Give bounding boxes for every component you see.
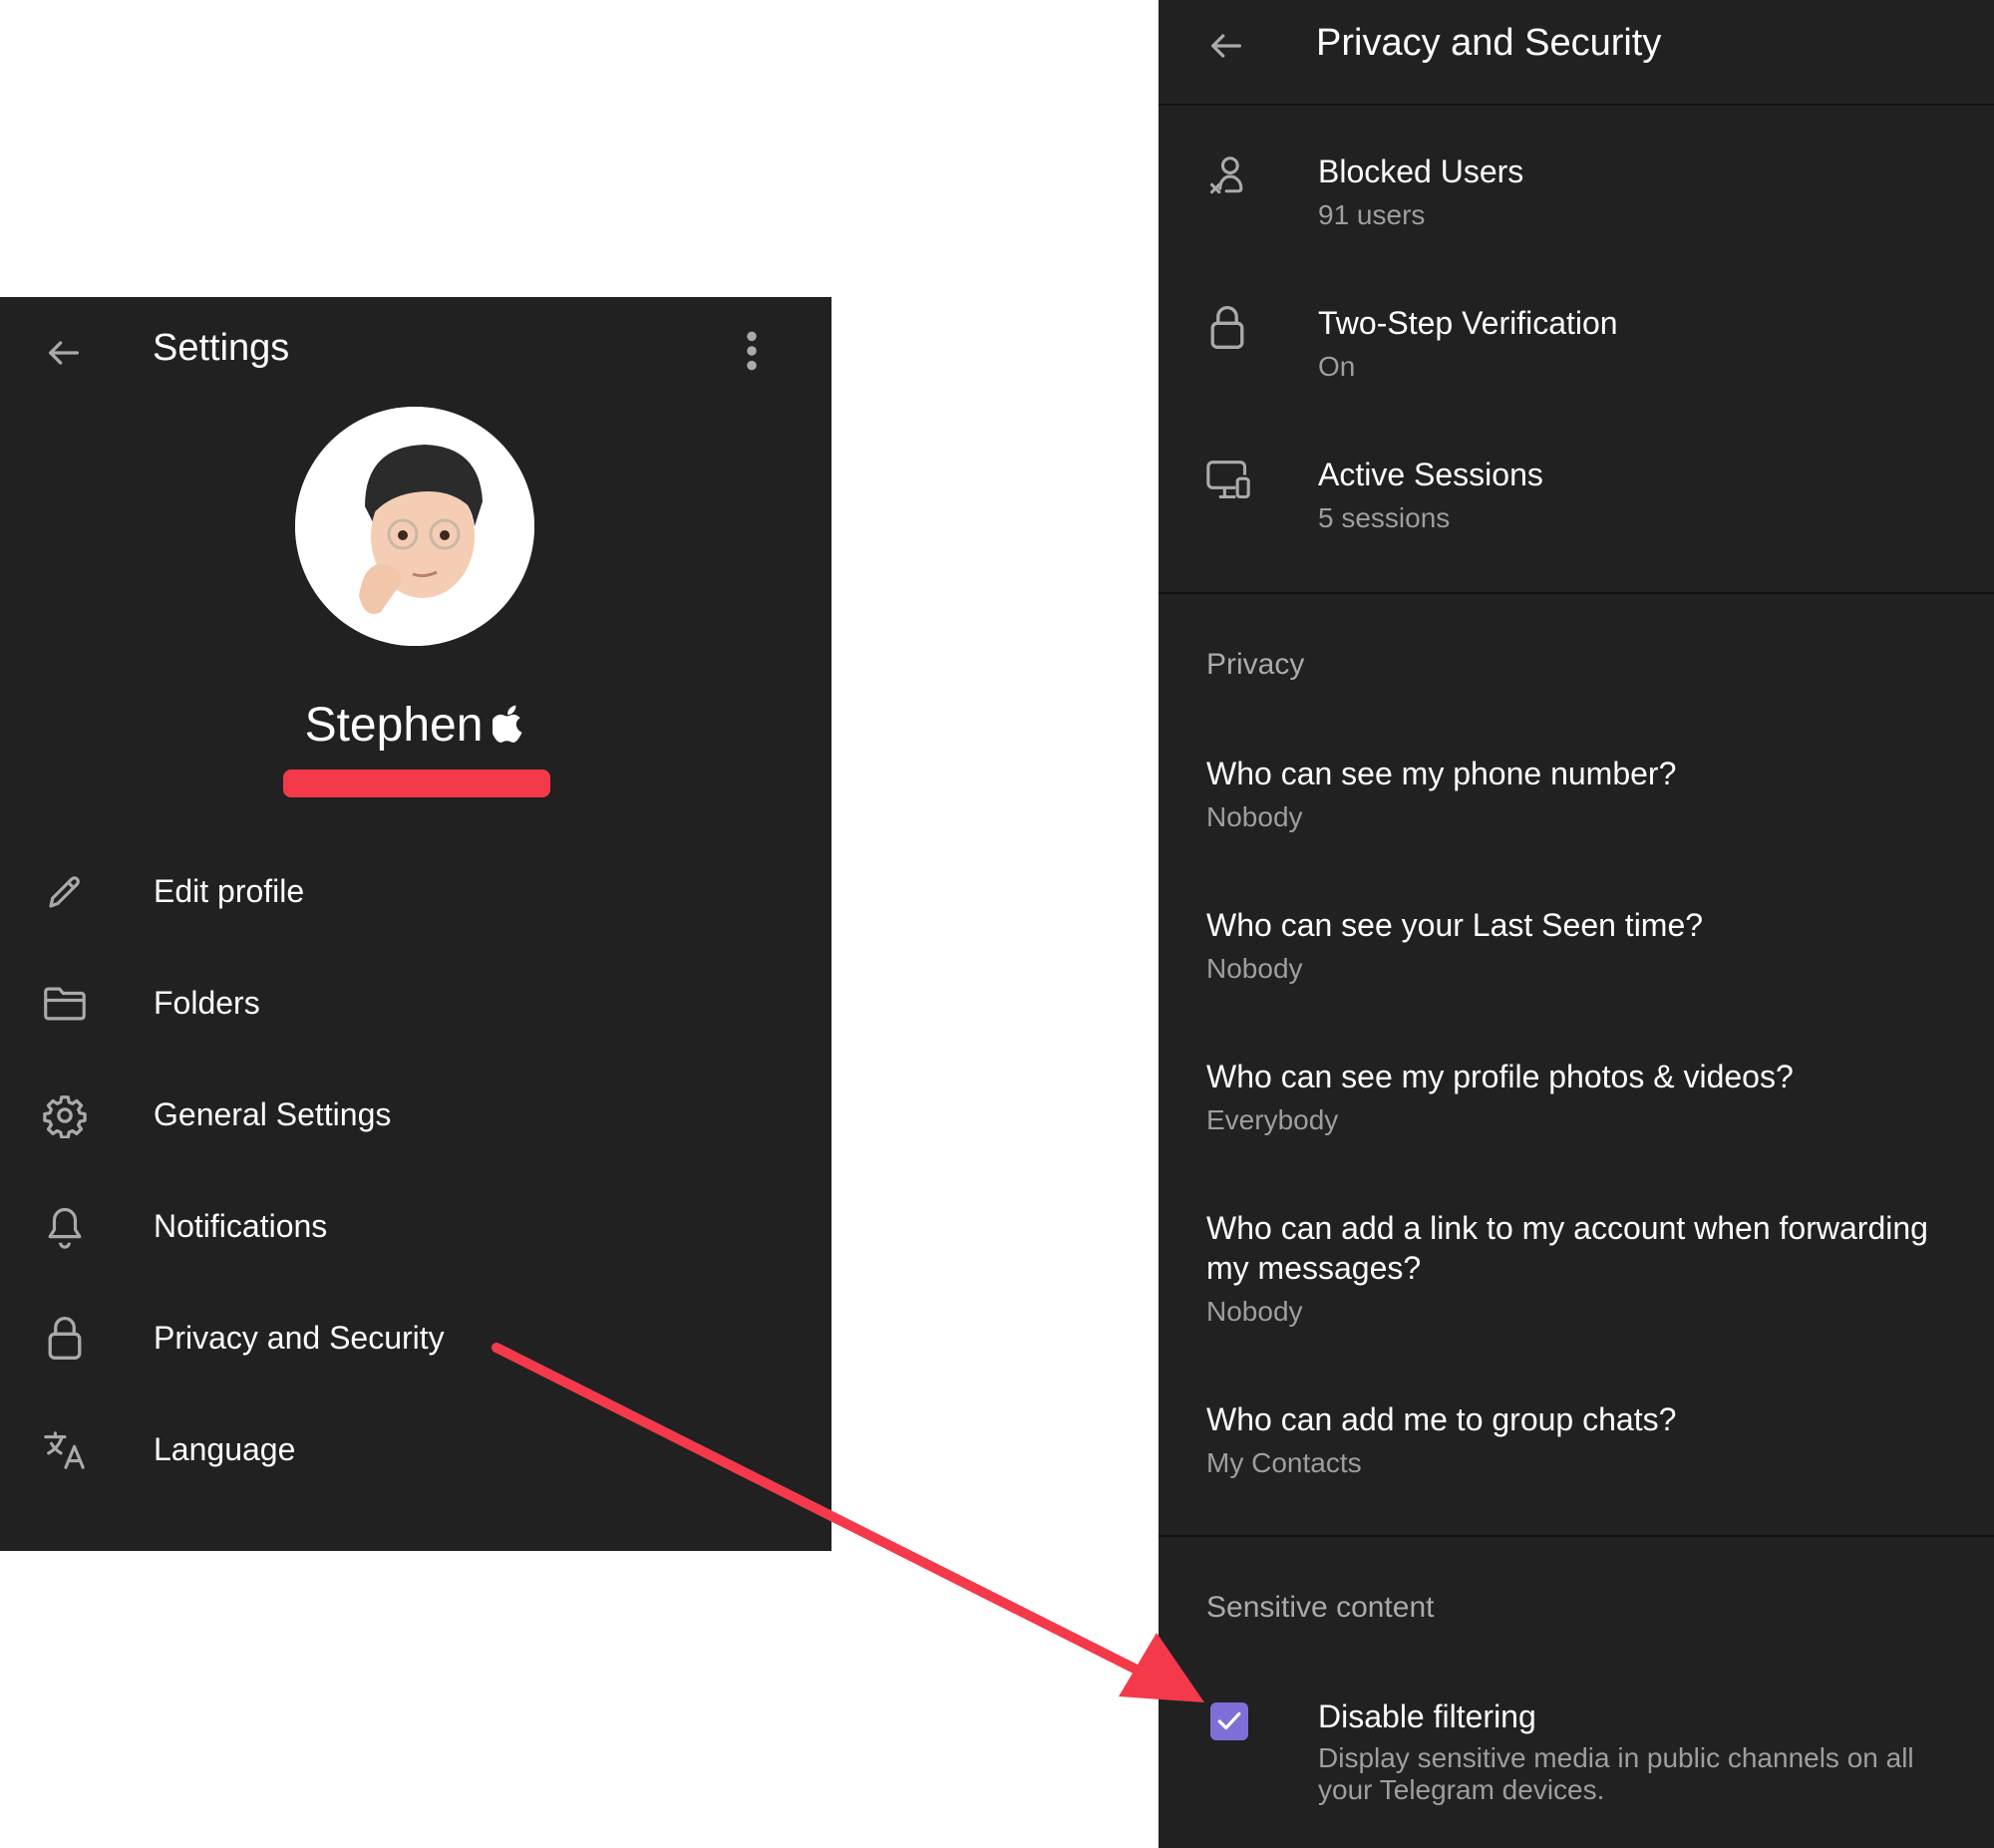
section-divider [1159, 1535, 1994, 1537]
privacy-row-profile-photos[interactable]: Who can see my profile photos & videos? … [1159, 1041, 1994, 1180]
menu-item-label: Notifications [154, 1208, 328, 1244]
item-value: Nobody [1206, 953, 1303, 984]
item-label: Two-Step Verification [1318, 305, 1618, 341]
settings-panel: Settings Stephen Edit profile Folders Ge… [0, 297, 831, 1551]
avatar[interactable] [295, 407, 534, 646]
item-value: On [1318, 351, 1356, 382]
apple-logo-icon [493, 703, 526, 745]
menu-item-label: General Settings [154, 1096, 392, 1132]
active-sessions-row[interactable]: Active Sessions 5 sessions [1159, 423, 1994, 572]
privacy-row-last-seen[interactable]: Who can see your Last Seen time? Nobody [1159, 889, 1994, 1029]
item-label: Who can see my phone number? [1206, 756, 1677, 791]
menu-item-privacy-and-security[interactable]: Privacy and Security [0, 1284, 831, 1395]
blocked-user-icon [1206, 154, 1250, 201]
item-label: Who can add me to group chats? [1206, 1401, 1677, 1437]
blocked-users-row[interactable]: Blocked Users 91 users [1159, 120, 1994, 269]
menu-item-label: Edit profile [154, 873, 305, 909]
item-description-line2: your Telegram devices. [1318, 1774, 1605, 1805]
more-vertical-icon[interactable] [738, 329, 766, 373]
disable-filtering-checkbox[interactable] [1210, 1702, 1248, 1740]
back-arrow-icon[interactable] [1206, 26, 1246, 66]
menu-item-notifications[interactable]: Notifications [0, 1172, 831, 1284]
folder-icon [42, 983, 88, 1025]
two-step-verification-row[interactable]: Two-Step Verification On [1159, 271, 1994, 421]
item-value: 5 sessions [1318, 502, 1451, 533]
section-divider [1159, 592, 1994, 594]
item-label-line2: my messages? [1206, 1250, 1422, 1286]
privacy-panel: Privacy and Security Blocked Users 91 us… [1159, 0, 1994, 1848]
menu-item-general-settings[interactable]: General Settings [0, 1061, 831, 1172]
pencil-icon [44, 871, 86, 913]
translate-icon [42, 1427, 88, 1473]
header-divider [1159, 104, 1994, 106]
item-value: My Contacts [1206, 1447, 1362, 1478]
lock-icon [46, 1314, 84, 1362]
menu-item-language[interactable]: Language [0, 1395, 831, 1507]
item-label: Active Sessions [1318, 457, 1543, 492]
menu-item-label: Folders [154, 985, 260, 1021]
menu-item-folders[interactable]: Folders [0, 949, 831, 1061]
page-title: Settings [153, 327, 290, 369]
section-header-privacy: Privacy [1206, 648, 1305, 681]
item-label: Blocked Users [1318, 154, 1524, 189]
privacy-row-group-chats[interactable]: Who can add me to group chats? My Contac… [1159, 1384, 1994, 1523]
devices-icon [1204, 459, 1252, 502]
menu-item-label: Privacy and Security [154, 1320, 445, 1356]
profile-name: Stephen [0, 698, 831, 753]
page-title: Privacy and Security [1316, 22, 1662, 64]
item-label: Disable filtering [1318, 1698, 1536, 1734]
menu-item-edit-profile[interactable]: Edit profile [0, 837, 831, 949]
bell-icon [44, 1204, 86, 1250]
item-value: Everybody [1206, 1104, 1339, 1135]
checkmark-icon [1216, 1709, 1242, 1733]
back-arrow-icon[interactable] [44, 333, 84, 373]
privacy-row-phone-number[interactable]: Who can see my phone number? Nobody [1159, 738, 1994, 877]
item-label: Who can see my profile photos & videos? [1206, 1059, 1794, 1094]
item-value: 91 users [1318, 199, 1426, 230]
item-description-line1: Display sensitive media in public channe… [1318, 1742, 1914, 1773]
disable-filtering-row[interactable]: Disable filtering Display sensitive medi… [1159, 1681, 1994, 1840]
lock-icon [1208, 303, 1246, 351]
item-label: Who can see your Last Seen time? [1206, 907, 1704, 943]
gear-icon [42, 1092, 88, 1138]
profile-name-text: Stephen [304, 699, 484, 752]
item-label-line1: Who can add a link to my account when fo… [1206, 1210, 1928, 1246]
item-value: Nobody [1206, 1296, 1303, 1327]
section-header-sensitive-content: Sensitive content [1206, 1591, 1435, 1624]
privacy-row-forwarding-link[interactable]: Who can add a link to my account when fo… [1159, 1192, 1994, 1362]
menu-item-label: Language [154, 1431, 296, 1467]
redaction-bar [283, 770, 550, 797]
item-value: Nobody [1206, 801, 1303, 832]
